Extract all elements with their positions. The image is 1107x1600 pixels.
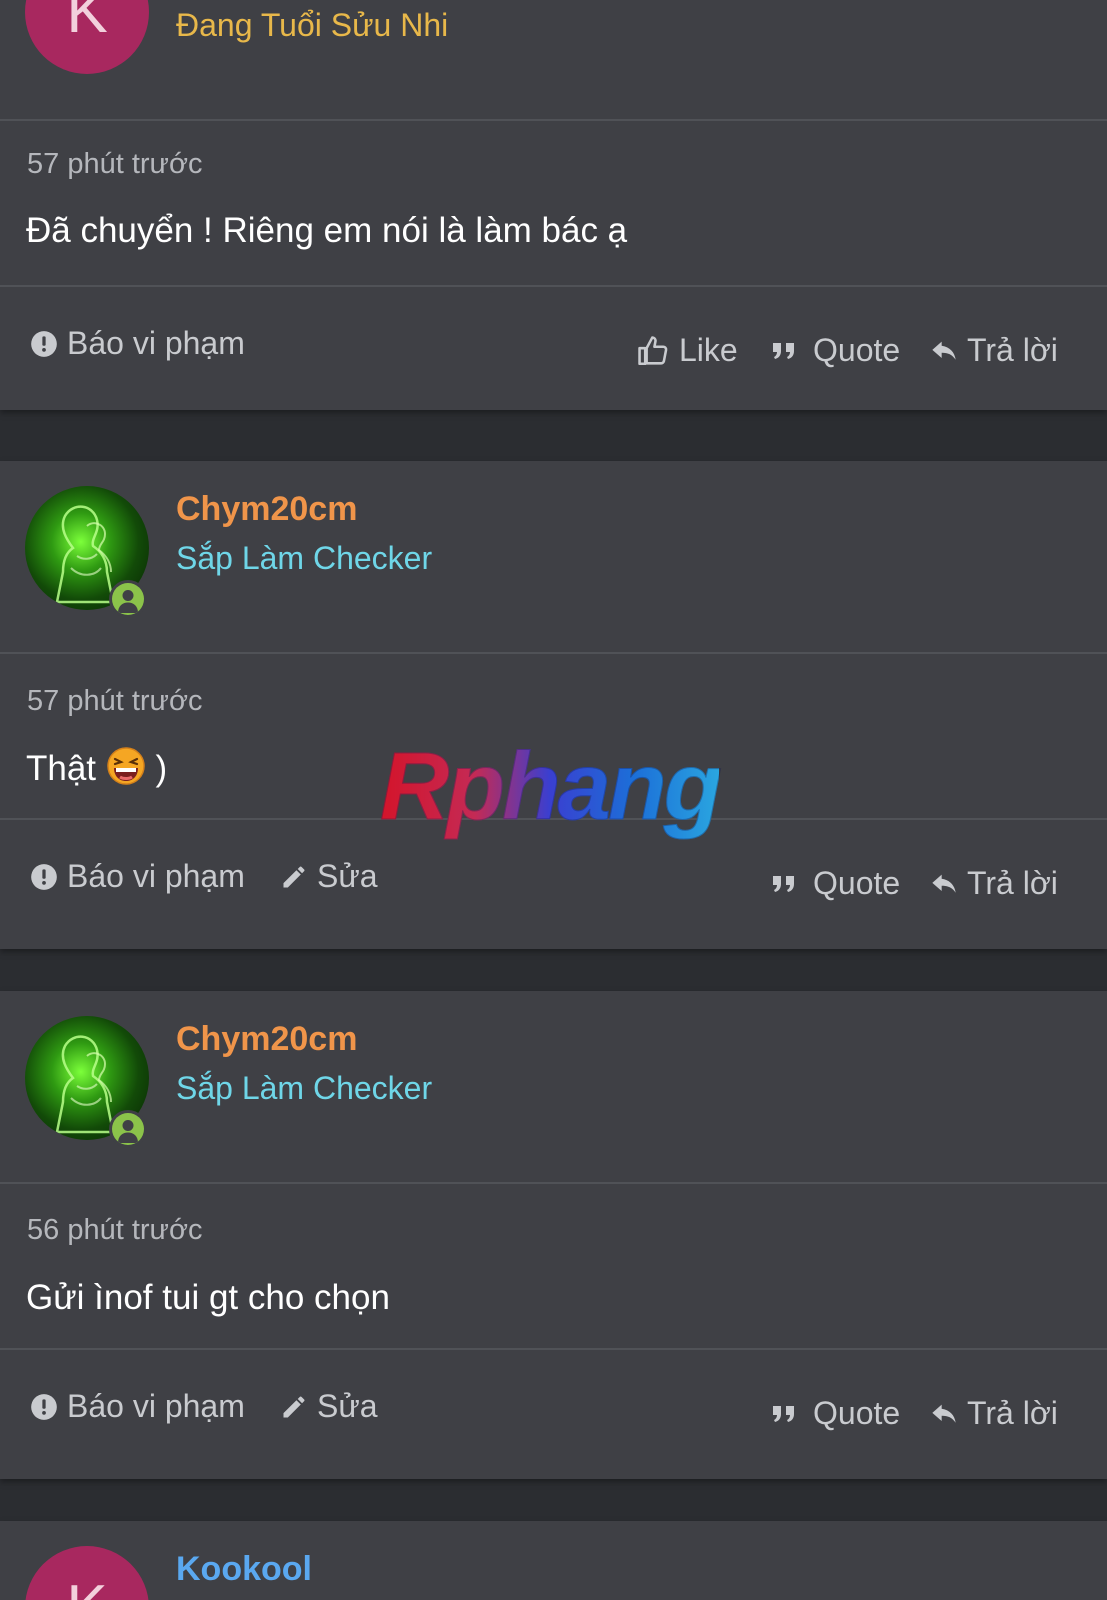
report-button[interactable]: Báo vi phạm: [30, 325, 245, 362]
pencil-icon: [283, 1396, 305, 1417]
alert-circle-icon: [31, 863, 57, 890]
post-message: Thật ): [26, 746, 167, 789]
quote-icon: [773, 875, 794, 892]
avatar[interactable]: K: [25, 0, 149, 74]
laughing-emoji-icon: [107, 747, 145, 785]
edit-label: Sửa: [317, 1388, 378, 1424]
post-header: K Đang Tuổi Sửu Nhi: [0, 0, 1107, 121]
user-title: Đang Tuổi Sửu Nhi: [176, 7, 449, 43]
reply-label: Trả lời: [967, 865, 1058, 901]
quote-label: Quote: [813, 865, 901, 901]
avatar[interactable]: [25, 486, 149, 618]
report-label: Báo vi phạm: [67, 858, 245, 894]
username[interactable]: Chym20cm: [176, 490, 357, 529]
quote-button[interactable]: Quote: [772, 865, 900, 902]
username[interactable]: Kookool: [176, 1550, 312, 1589]
reply-arrow-icon: [932, 341, 956, 360]
pencil-icon: [283, 866, 305, 887]
post-message: Đã chuyển ! Riêng em nói là làm bác ạ: [26, 211, 628, 250]
quote-label: Quote: [813, 1395, 901, 1431]
thumbs-up-icon: [638, 335, 668, 365]
username[interactable]: Chym20cm: [176, 1020, 357, 1059]
post-body: 56 phút trước Gửi ìnof tui gt cho chọn: [0, 1184, 1107, 1350]
post-actions: Báo vi phạm Sửa Quote Trả lời: [0, 1350, 1107, 1477]
reply-arrow-icon: [932, 874, 956, 893]
like-label: Like: [679, 332, 738, 368]
report-label: Báo vi phạm: [67, 1388, 245, 1424]
post-card: Chym20cm Sắp Làm Checker 57 phút trước T…: [0, 461, 1107, 949]
online-user-icon: [118, 590, 138, 613]
post-timestamp[interactable]: 57 phút trước: [27, 685, 202, 718]
report-label: Báo vi phạm: [67, 325, 245, 361]
quote-icon: [773, 342, 794, 359]
post-card: K Đang Tuổi Sửu Nhi 57 phút trước Đã chu…: [0, 0, 1107, 410]
quote-label: Quote: [813, 332, 901, 368]
edit-label: Sửa: [317, 858, 378, 894]
avatar[interactable]: [25, 1016, 149, 1148]
online-user-icon: [118, 1120, 138, 1143]
edit-button[interactable]: Sửa: [280, 858, 378, 895]
user-title: Sắp Làm Checker: [176, 540, 433, 576]
post-header: Chym20cm Sắp Làm Checker: [0, 461, 1107, 654]
message-text: Thật: [26, 749, 97, 788]
post-message: Gửi ìnof tui gt cho chọn: [26, 1278, 390, 1317]
report-button[interactable]: Báo vi phạm: [30, 1388, 245, 1425]
reply-button[interactable]: Trả lời: [930, 332, 1058, 369]
reply-arrow-icon: [932, 1404, 956, 1423]
post-actions: Báo vi phạm Like Quote Trả lời: [0, 287, 1107, 408]
quote-icon: [773, 1405, 794, 1422]
online-badge: [109, 1110, 147, 1148]
post-timestamp[interactable]: 57 phút trước: [27, 148, 202, 181]
reply-label: Trả lời: [967, 1395, 1058, 1431]
edit-button[interactable]: Sửa: [280, 1388, 378, 1425]
like-button[interactable]: Like: [636, 332, 738, 369]
quote-button[interactable]: Quote: [772, 1395, 900, 1432]
post-header: K Kookool: [0, 1521, 1107, 1600]
reply-button[interactable]: Trả lời: [930, 1395, 1058, 1432]
report-button[interactable]: Báo vi phạm: [30, 858, 245, 895]
post-card: K Kookool: [0, 1521, 1107, 1600]
post-card: Chym20cm Sắp Làm Checker 56 phút trước G…: [0, 991, 1107, 1479]
message-text-suffix: ): [155, 749, 168, 788]
reply-button[interactable]: Trả lời: [930, 865, 1058, 902]
user-title: Sắp Làm Checker: [176, 1070, 433, 1106]
post-body: 57 phút trước Đã chuyển ! Riêng em nói l…: [0, 121, 1107, 287]
avatar[interactable]: K: [25, 1546, 149, 1600]
post-header: Chym20cm Sắp Làm Checker: [0, 991, 1107, 1184]
post-timestamp[interactable]: 56 phút trước: [27, 1214, 202, 1247]
reply-label: Trả lời: [967, 332, 1058, 368]
alert-circle-icon: [31, 1393, 57, 1420]
quote-button[interactable]: Quote: [772, 332, 900, 369]
alert-circle-icon: [31, 330, 57, 357]
online-badge: [109, 580, 147, 618]
watermark-logo: Rphang: [379, 733, 722, 841]
